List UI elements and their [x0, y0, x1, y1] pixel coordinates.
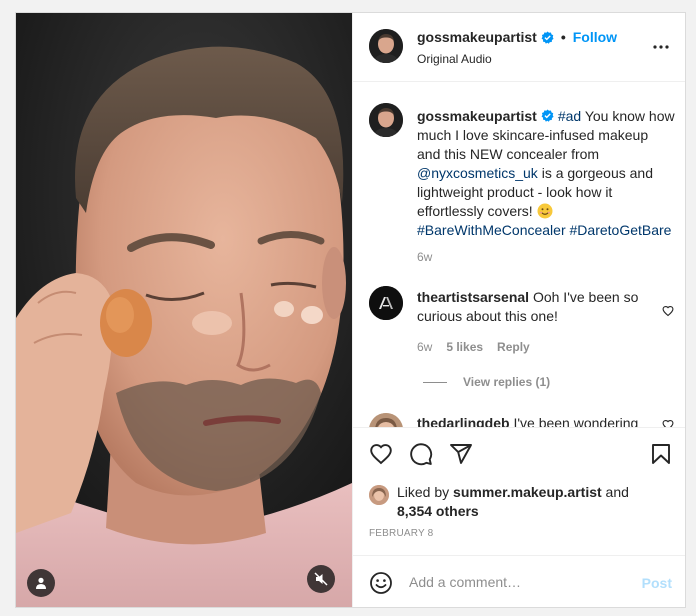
author-row: gossmakeupartist • Follow — [417, 29, 617, 45]
commenter-avatar-image — [369, 413, 403, 427]
more-options-icon[interactable] — [652, 39, 670, 55]
follow-button[interactable]: Follow — [573, 29, 617, 45]
caption-timestamp[interactable]: 6w — [417, 250, 432, 264]
post-details-panel: gossmakeupartist • Follow Original Audio — [352, 13, 685, 607]
likes-text: Liked by summer.makeup.artist and 8,354 o… — [397, 483, 657, 521]
caption-text: gossmakeupartist #ad You know how much I… — [417, 107, 675, 240]
user-tag-icon — [36, 577, 46, 589]
post-date[interactable]: FEBRUARY 8 — [369, 528, 433, 539]
mute-toggle-button[interactable] — [307, 565, 335, 593]
smiling-face-emoji-icon — [537, 203, 553, 219]
verified-badge-icon — [541, 109, 554, 122]
view-replies-button[interactable]: View replies (1) — [423, 375, 550, 389]
comment-like-heart-icon[interactable] — [662, 305, 674, 317]
author-avatar[interactable] — [369, 29, 403, 63]
reply-button[interactable]: Reply — [497, 340, 530, 354]
post-actions-bar — [353, 427, 685, 483]
smiley-icon[interactable] — [369, 571, 393, 595]
post-header: gossmakeupartist • Follow Original Audio — [353, 13, 685, 82]
heart-icon[interactable] — [369, 442, 393, 466]
likes-and: and — [601, 484, 629, 500]
tagged-users-button[interactable] — [27, 569, 55, 597]
comment-input[interactable] — [409, 570, 629, 594]
commenter-avatar-logo — [369, 286, 403, 320]
bookmark-icon[interactable] — [649, 442, 673, 466]
comment-text: theartistsarsenal Ooh I've been so curio… — [417, 288, 649, 326]
author-username[interactable]: gossmakeupartist — [417, 29, 537, 45]
add-comment-bar: Post — [353, 555, 685, 607]
author-avatar-image — [369, 29, 403, 63]
view-replies-label: View replies (1) — [463, 375, 551, 389]
comment-username[interactable]: theartistsarsenal — [417, 289, 529, 305]
comment-like-heart-icon[interactable] — [662, 419, 674, 427]
commenter-avatar[interactable] — [369, 286, 403, 320]
hashtag-ad[interactable]: #ad — [558, 108, 581, 124]
video-player[interactable] — [16, 13, 352, 607]
comment-text: thedarlingdeb I've been wondering — [417, 414, 649, 427]
post-comment-button[interactable]: Post — [642, 575, 672, 591]
comment-username[interactable]: thedarlingdeb — [417, 415, 510, 427]
liker-avatar[interactable] — [369, 485, 389, 505]
hashtag-barewithmeconcealer[interactable]: #BareWithMeConcealer — [417, 222, 566, 238]
verified-badge-icon — [541, 30, 554, 44]
replies-divider — [423, 381, 447, 383]
comment-body: I've been wondering — [509, 415, 639, 427]
video-frame — [16, 13, 352, 607]
separator-dot: • — [560, 29, 566, 45]
share-icon[interactable] — [449, 442, 473, 466]
caption-avatar-image — [369, 103, 403, 137]
caption-avatar[interactable] — [369, 103, 403, 137]
comment-timestamp[interactable]: 6w — [417, 340, 432, 354]
comment-meta: 6w 5 likes Reply — [417, 340, 530, 354]
commenter-avatar[interactable] — [369, 413, 403, 427]
liker-username[interactable]: summer.makeup.artist — [453, 484, 602, 500]
comment-likes[interactable]: 5 likes — [446, 340, 483, 354]
mention-link[interactable]: @nyxcosmetics_uk — [417, 165, 538, 181]
likes-prefix: Liked by — [397, 484, 454, 500]
muted-speaker-icon — [314, 572, 328, 586]
comments-list[interactable]: gossmakeupartist #ad You know how much I… — [353, 83, 685, 427]
hashtag-daretogetbare[interactable]: #DaretoGetBare — [570, 222, 672, 238]
caption-username[interactable]: gossmakeupartist — [417, 108, 537, 124]
liker-avatar-image — [369, 485, 389, 505]
post-dialog: gossmakeupartist • Follow Original Audio — [15, 12, 686, 608]
audio-label[interactable]: Original Audio — [417, 52, 492, 66]
likes-others-link[interactable]: 8,354 others — [397, 503, 479, 519]
comment-icon[interactable] — [409, 442, 433, 466]
